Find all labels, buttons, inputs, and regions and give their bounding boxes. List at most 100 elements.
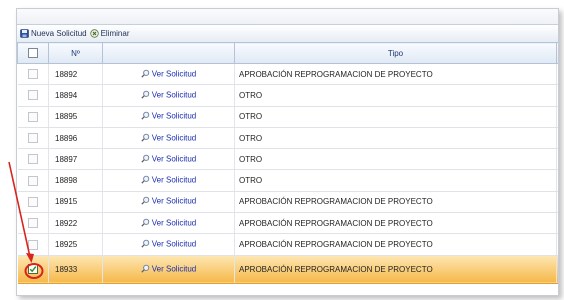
row-number: 18896 — [48, 127, 103, 150]
delete-icon — [89, 29, 99, 38]
row-checkbox[interactable] — [27, 90, 38, 101]
row-tipo: APROBACIÓN REPROGRAMACION DE PROYECTO — [234, 63, 557, 86]
row-checkbox[interactable] — [27, 154, 38, 165]
row-tipo: APROBACIÓN REPROGRAMACION DE PROYECTO — [234, 255, 557, 284]
select-all-checkbox[interactable] — [28, 48, 38, 58]
col-header-view — [102, 42, 235, 64]
row-number: 18925 — [48, 233, 103, 256]
row-select-cell — [17, 63, 49, 86]
new-request-button[interactable]: Nueva Solicitud — [20, 29, 87, 38]
row-filler — [556, 84, 558, 107]
view-request-link[interactable]: Ver Solicitud — [102, 191, 235, 214]
row-filler — [556, 212, 558, 235]
view-request-link[interactable]: Ver Solicitud — [102, 127, 235, 150]
magnifier-icon — [141, 69, 150, 80]
row-number: 18915 — [48, 191, 103, 214]
row-checkbox[interactable] — [27, 133, 38, 144]
col-header-tipo[interactable]: Tipo — [234, 42, 557, 64]
table-row[interactable]: 18925 Ver Solicitud APROBACIÓN REPROGRAMAC… — [17, 233, 558, 256]
row-number: 18895 — [48, 106, 103, 128]
view-request-label: Ver Solicitud — [151, 264, 197, 274]
row-tipo: OTRO — [234, 148, 557, 171]
view-request-link[interactable]: Ver Solicitud — [102, 84, 235, 107]
row-tipo: OTRO — [234, 127, 557, 150]
row-select-cell — [17, 84, 49, 107]
magnifier-icon — [141, 154, 150, 165]
table-row[interactable]: 18922 Ver Solicitud APROBACIÓN REPROGRAMAC… — [17, 212, 558, 235]
delete-button[interactable]: Eliminar — [89, 29, 130, 38]
select-all-cell — [17, 42, 49, 64]
row-filler — [556, 63, 558, 86]
table-row[interactable]: 18896 Ver Solicitud OTRO — [17, 127, 558, 150]
row-checkbox[interactable] — [27, 218, 38, 229]
row-select-cell — [17, 148, 49, 171]
table-row[interactable]: 18894 Ver Solicitud OTRO — [17, 84, 558, 107]
view-request-label: Ver Solicitud — [151, 69, 197, 79]
row-filler — [556, 106, 558, 128]
row-tipo: APROBACIÓN REPROGRAMACION DE PROYECTO — [234, 233, 557, 256]
magnifier-icon — [141, 264, 150, 275]
row-number: 18898 — [48, 169, 103, 192]
row-filler — [556, 148, 558, 171]
row-tipo: OTRO — [234, 169, 557, 192]
row-number: 18892 — [48, 63, 103, 86]
table-row[interactable]: 18915 Ver Solicitud APROBACIÓN REPROGRAMAC… — [17, 191, 558, 214]
save-icon — [20, 29, 29, 38]
magnifier-icon — [141, 133, 150, 144]
magnifier-icon — [141, 90, 150, 101]
toolbar: Nueva Solicitud Eliminar — [17, 24, 558, 42]
row-select-cell — [17, 127, 49, 150]
row-filler — [556, 191, 558, 214]
panel-top-strip — [17, 9, 558, 24]
grid-panel: Nueva Solicitud Eliminar Nº Tipo 18892 V… — [16, 8, 559, 296]
row-filler — [556, 169, 558, 192]
magnifier-icon — [141, 239, 150, 250]
row-number: 18933 — [48, 255, 103, 284]
view-request-label: Ver Solicitud — [151, 111, 197, 121]
row-checkbox[interactable] — [27, 196, 38, 207]
magnifier-icon — [141, 196, 150, 207]
view-request-link[interactable]: Ver Solicitud — [102, 148, 235, 171]
view-request-label: Ver Solicitud — [151, 154, 197, 164]
magnifier-icon — [141, 111, 150, 122]
row-select-cell — [17, 191, 49, 214]
view-request-link[interactable]: Ver Solicitud — [102, 63, 235, 86]
row-checkbox[interactable] — [27, 111, 38, 122]
row-filler — [556, 255, 558, 284]
new-request-label: Nueva Solicitud — [31, 29, 87, 38]
view-request-label: Ver Solicitud — [151, 218, 197, 228]
row-checkbox[interactable] — [27, 239, 38, 250]
table-row[interactable]: 18892 Ver Solicitud APROBACIÓN REPROGRAMAC… — [17, 63, 558, 86]
magnifier-icon — [141, 175, 150, 186]
col-header-num[interactable]: Nº — [48, 42, 103, 64]
view-request-label: Ver Solicitud — [151, 197, 197, 207]
row-select-cell — [17, 106, 49, 128]
row-number: 18894 — [48, 84, 103, 107]
table-row[interactable]: 18933 Ver Solicitud APROBACIÓN REPROGRAMAC… — [17, 255, 558, 284]
row-filler — [556, 233, 558, 256]
row-checkbox[interactable] — [27, 69, 38, 80]
view-request-label: Ver Solicitud — [151, 239, 197, 249]
table-row[interactable]: 18897 Ver Solicitud OTRO — [17, 148, 558, 171]
row-checkbox[interactable] — [27, 264, 38, 275]
view-request-link[interactable]: Ver Solicitud — [102, 233, 235, 256]
col-header-filler — [556, 42, 558, 64]
delete-label: Eliminar — [100, 29, 130, 38]
view-request-label: Ver Solicitud — [151, 90, 197, 100]
row-select-cell — [17, 233, 49, 256]
row-select-cell — [17, 255, 49, 284]
view-request-label: Ver Solicitud — [151, 175, 197, 185]
row-tipo: APROBACIÓN REPROGRAMACION DE PROYECTO — [234, 212, 557, 235]
view-request-label: Ver Solicitud — [151, 133, 197, 143]
row-filler — [556, 127, 558, 150]
view-request-link[interactable]: Ver Solicitud — [102, 255, 235, 284]
view-request-link[interactable]: Ver Solicitud — [102, 106, 235, 128]
table-row[interactable]: 18895 Ver Solicitud OTRO — [17, 106, 558, 128]
row-tipo: APROBACIÓN REPROGRAMACION DE PROYECTO — [234, 191, 557, 214]
view-request-link[interactable]: Ver Solicitud — [102, 169, 235, 192]
view-request-link[interactable]: Ver Solicitud — [102, 212, 235, 235]
table-row[interactable]: 18898 Ver Solicitud OTRO — [17, 169, 558, 192]
row-select-cell — [17, 212, 49, 235]
row-tipo: OTRO — [234, 106, 557, 128]
row-checkbox[interactable] — [27, 175, 38, 186]
